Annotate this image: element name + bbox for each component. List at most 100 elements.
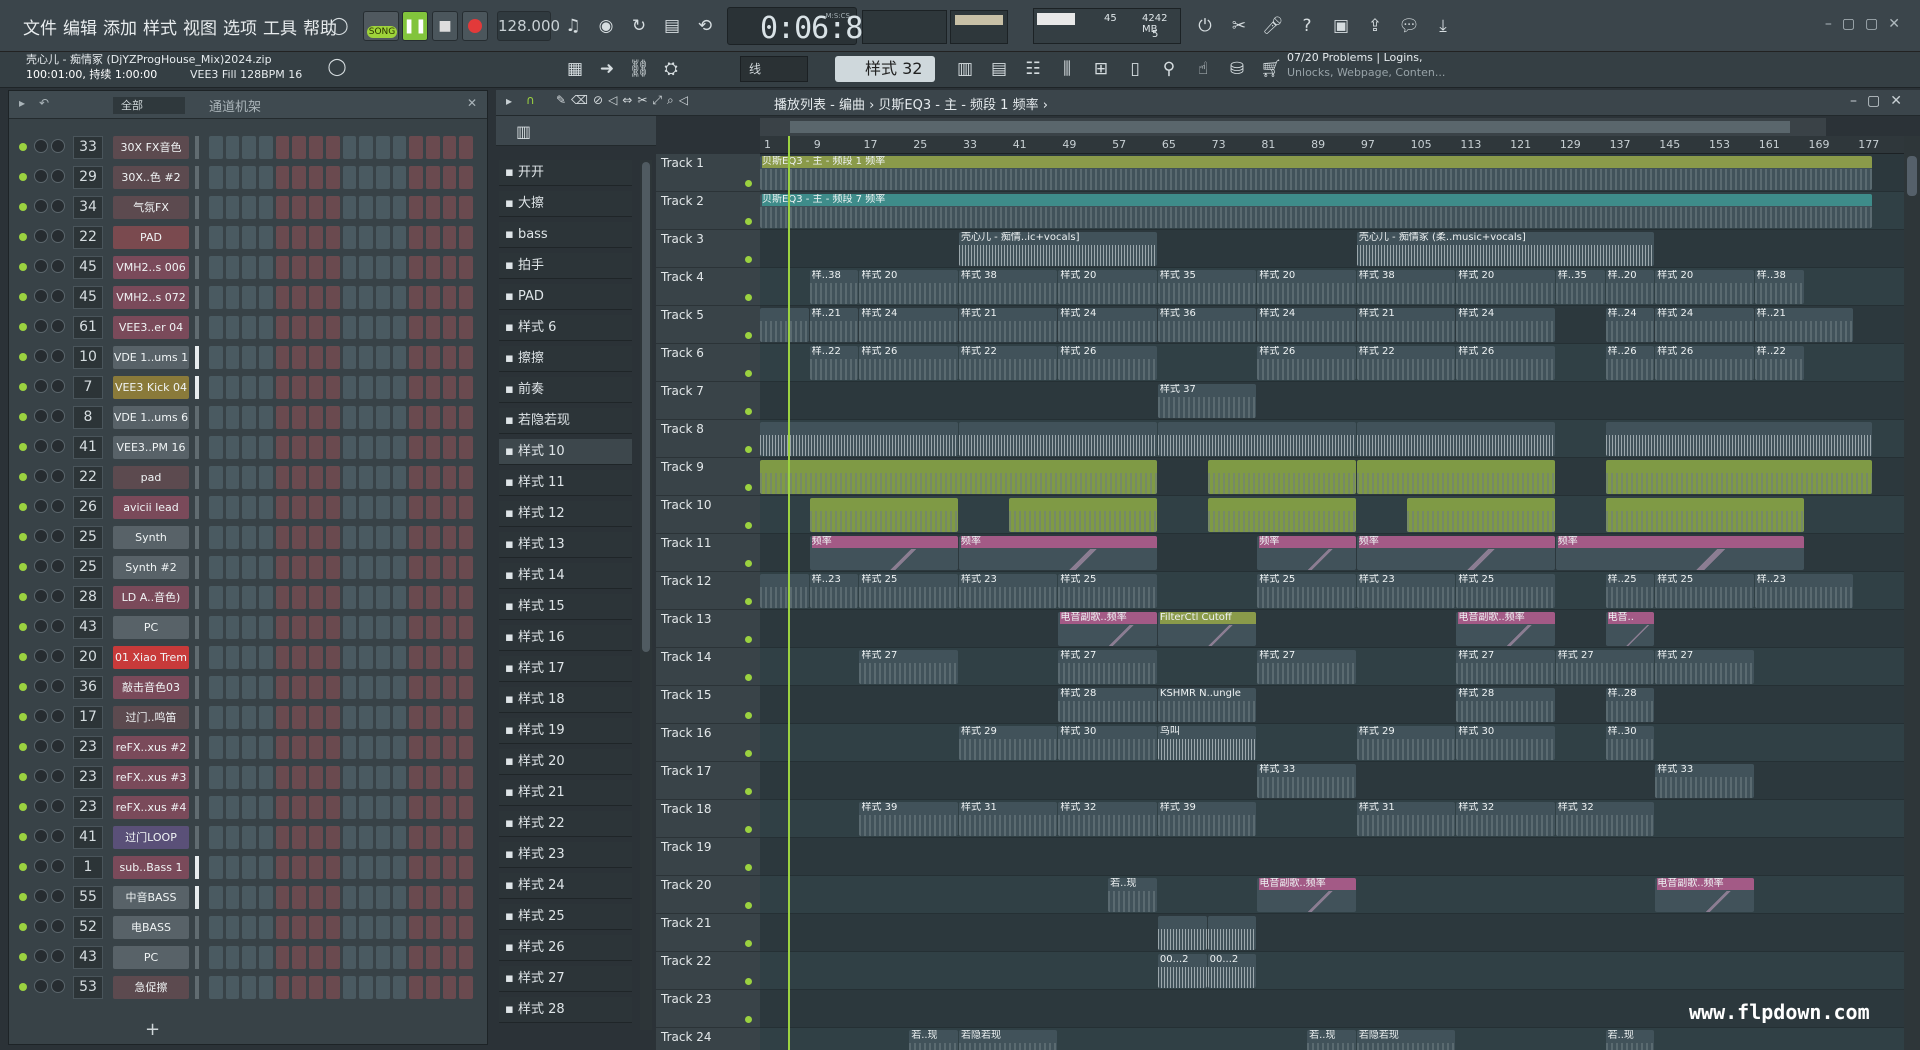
channel-name-button[interactable]: 30X FX音色 [113,136,189,159]
step-button[interactable] [292,886,307,909]
save-icon[interactable]: ▣ [1326,11,1356,41]
step-button[interactable] [342,586,357,609]
step-button[interactable] [325,316,340,339]
step-button[interactable] [409,466,423,489]
playlist-clip[interactable]: 样..25 [1605,574,1655,608]
step-button[interactable] [392,976,407,999]
step-button[interactable] [325,946,340,969]
track-header[interactable]: Track 16 [656,724,760,762]
step-button[interactable] [359,226,373,249]
step-button[interactable] [259,886,273,909]
channel-select-indicator[interactable] [195,616,199,639]
step-button[interactable] [292,616,307,639]
step-button[interactable] [309,376,323,399]
step-button[interactable] [359,646,373,669]
picker-item[interactable]: ▪ 样式 17 [499,656,632,682]
step-button[interactable] [442,826,457,849]
step-button[interactable] [275,286,290,309]
step-button[interactable] [325,736,340,759]
step-button[interactable] [225,406,240,429]
step-button[interactable] [342,796,357,819]
track-header[interactable]: Track 8 [656,420,760,458]
playlist-clip[interactable] [1207,460,1356,494]
channel-name-button[interactable]: sub..Bass 1 [113,856,189,879]
step-button[interactable] [392,886,407,909]
picker-item[interactable]: ▪ 样式 18 [499,687,632,713]
step-button[interactable] [275,586,290,609]
step-button[interactable] [209,886,223,909]
step-button[interactable] [425,346,440,369]
step-button[interactable] [259,166,273,189]
step-button[interactable] [309,886,323,909]
playlist-clip[interactable] [1207,916,1257,950]
step-button[interactable] [325,526,340,549]
channel-name-button[interactable]: 气氛FX [113,196,189,219]
step-button[interactable] [375,766,390,789]
step-button[interactable] [259,496,273,519]
channel-mixer-track[interactable]: 34 [73,196,103,219]
step-button[interactable] [359,196,373,219]
channel-name-button[interactable]: 01 Xiao Trem [113,646,189,669]
channel-select-indicator[interactable] [195,466,199,489]
playlist-clip[interactable]: 样式 25 [859,574,958,608]
export-icon[interactable]: ⇪ [1360,11,1390,41]
step-button[interactable] [275,706,290,729]
step-button[interactable] [425,796,440,819]
channel-name-button[interactable]: VEE3..er 04 [113,316,189,339]
step-button[interactable] [342,646,357,669]
step-button[interactable] [392,916,407,939]
channel-led-icon[interactable] [19,173,27,181]
step-button[interactable] [392,316,407,339]
channel-pan-knob[interactable] [51,889,65,903]
step-button[interactable] [325,586,340,609]
step-button[interactable] [459,526,473,549]
step-buttons[interactable] [209,346,477,369]
channel-mixer-track[interactable]: 7 [73,376,103,399]
channel-row[interactable]: 17 过门..鸣笛 [9,703,487,733]
step-button[interactable] [309,976,323,999]
step-button[interactable] [209,946,223,969]
step-button[interactable] [459,826,473,849]
step-buttons[interactable] [209,946,477,969]
track-header[interactable]: Track 6 [656,344,760,382]
step-button[interactable] [442,886,457,909]
step-button[interactable] [225,496,240,519]
playlist-clip[interactable]: 样式 32 [1456,802,1555,836]
channel-volume-knob[interactable] [34,229,48,243]
step-buttons[interactable] [209,466,477,489]
playlist-clip[interactable]: 电音副歌..频率 [1456,612,1555,646]
step-button[interactable] [442,766,457,789]
step-button[interactable] [209,646,223,669]
plug-icon[interactable]: ⚲ [1154,54,1184,84]
track-header[interactable]: Track 15 [656,686,760,724]
step-buttons[interactable] [209,916,477,939]
step-button[interactable] [375,256,390,279]
step-button[interactable] [342,166,357,189]
step-button[interactable] [375,226,390,249]
channel-pan-knob[interactable] [51,829,65,843]
step-button[interactable] [225,586,240,609]
step-button[interactable] [225,196,240,219]
playlist-clip[interactable]: 样式 24 [859,308,958,342]
step-button[interactable] [425,316,440,339]
step-button[interactable] [359,736,373,759]
step-button[interactable] [275,916,290,939]
step-button[interactable] [342,706,357,729]
step-button[interactable] [409,736,423,759]
step-button[interactable] [409,676,423,699]
step-button[interactable] [275,796,290,819]
step-button[interactable] [459,796,473,819]
step-buttons[interactable] [209,736,477,759]
step-button[interactable] [392,226,407,249]
step-button[interactable] [292,526,307,549]
channel-name-button[interactable]: PC [113,616,189,639]
channel-pan-knob[interactable] [51,499,65,513]
channel-volume-knob[interactable] [34,469,48,483]
channel-select-indicator[interactable] [195,406,199,429]
step-button[interactable] [209,826,223,849]
step-buttons[interactable] [209,226,477,249]
step-button[interactable] [275,976,290,999]
channel-pan-knob[interactable] [51,619,65,633]
channel-pan-knob[interactable] [51,469,65,483]
step-button[interactable] [259,916,273,939]
